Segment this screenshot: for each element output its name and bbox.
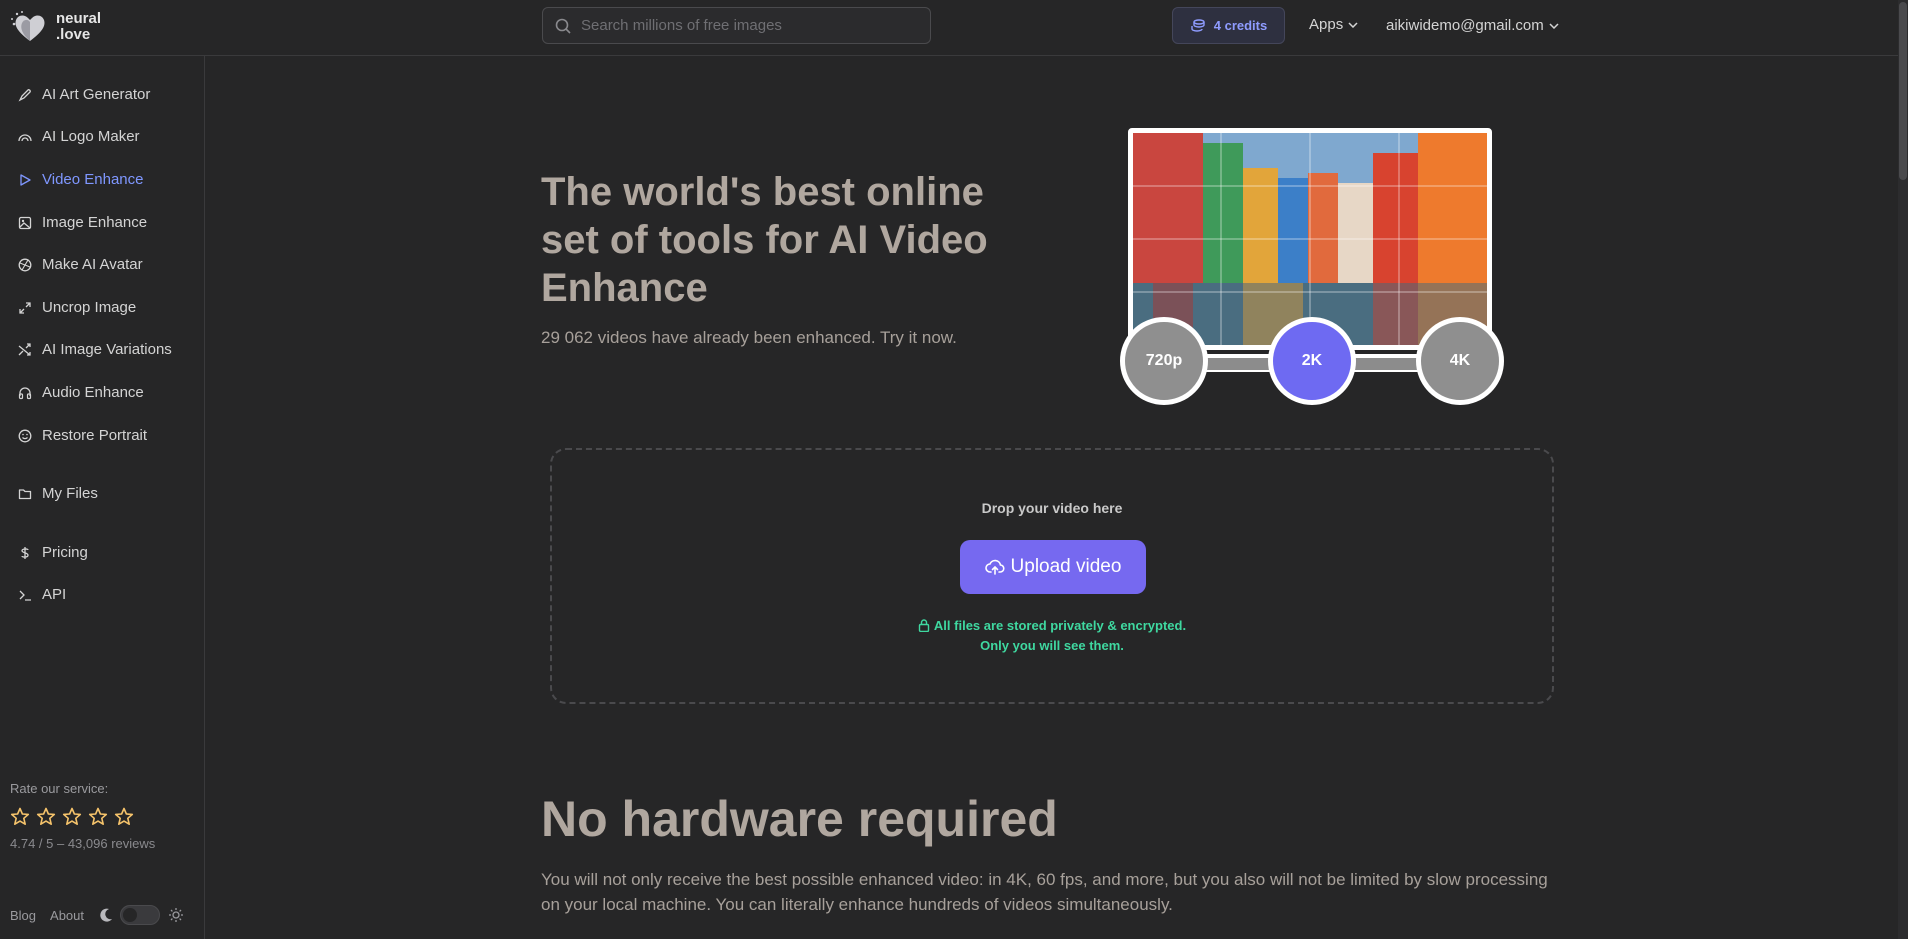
image-icon <box>18 216 32 229</box>
security-notice: All files are stored privately & encrypt… <box>552 616 1552 656</box>
sidebar-item-label: Audio Enhance <box>42 384 144 401</box>
scrollbar-thumb[interactable] <box>1899 2 1907 180</box>
credits-button[interactable]: 4 credits <box>1172 7 1285 44</box>
sidebar-item-image-enhance[interactable]: Image Enhance <box>18 214 147 231</box>
upload-video-button[interactable]: Upload video <box>960 540 1146 594</box>
sidebar-item-ai-logo-maker[interactable]: AI Logo Maker <box>18 128 140 145</box>
sidebar-item-make-ai-avatar[interactable]: Make AI Avatar <box>18 256 143 273</box>
play-icon <box>20 173 31 186</box>
resolution-720p: 720p <box>1120 317 1208 405</box>
search-icon <box>555 18 571 34</box>
logo-line-2: .love <box>56 26 91 43</box>
sidebar-item-audio-enhance[interactable]: Audio Enhance <box>18 384 144 401</box>
security-line-2: Only you will see them. <box>980 638 1124 653</box>
sidebar-item-label: Restore Portrait <box>42 427 148 444</box>
logo-text: neural .love <box>56 11 101 43</box>
heart-logo-icon <box>10 10 48 44</box>
smile-icon <box>18 429 32 442</box>
apps-menu[interactable]: Apps <box>1309 16 1358 33</box>
search-input[interactable] <box>581 17 911 34</box>
sidebar-item-api[interactable]: API <box>18 586 66 603</box>
chevron-down-icon <box>1549 22 1559 29</box>
section-heading: No hardware required <box>541 791 1058 847</box>
terminal-icon <box>19 590 31 601</box>
security-line-1: All files are stored privately & encrypt… <box>933 618 1187 633</box>
drop-text: Drop your video here <box>981 500 1123 516</box>
sidebar-item-label: AI Image Variations <box>42 341 172 358</box>
dollar-icon <box>21 546 29 559</box>
sidebar-item-label: Video Enhance <box>42 171 144 188</box>
resolution-4k: 4K <box>1416 317 1504 405</box>
sidebar-item-restore-portrait[interactable]: Restore Portrait <box>18 427 147 444</box>
credits-label: 4 credits <box>1213 18 1268 33</box>
sidebar-item-label: Uncrop Image <box>42 299 137 316</box>
hero-title: The world's best online set of tools for… <box>541 170 988 310</box>
top-header: neural .love 4 credits Apps aikiwidemo@g… <box>0 0 1898 56</box>
user-email: aikiwidemo@gmail.com <box>1386 17 1544 34</box>
sidebar-item-label: AI Art Generator <box>42 86 151 103</box>
sidebar-item-uncrop-image[interactable]: Uncrop Image <box>18 299 136 316</box>
sidebar-item-label: My Files <box>42 485 98 502</box>
page-scrollbar[interactable] <box>1898 0 1908 939</box>
logo-line-1: neural <box>56 10 102 27</box>
chevron-down-icon <box>1348 21 1358 28</box>
upload-button-label: Upload video <box>1010 556 1122 577</box>
search-bar[interactable] <box>542 7 931 44</box>
coins-icon <box>1191 18 1205 32</box>
sidebar-footer: Blog About <box>10 905 184 925</box>
expand-icon <box>19 301 31 314</box>
cloud-upload-icon <box>984 559 1005 575</box>
avatar-icon <box>18 258 32 271</box>
sun-icon <box>169 908 184 922</box>
sidebar-item-label: Pricing <box>42 544 88 561</box>
sidebar-item-label: AI Logo Maker <box>42 128 140 145</box>
sidebar-item-my-files[interactable]: My Files <box>18 485 98 502</box>
star-icon[interactable] <box>62 807 82 826</box>
star-icon[interactable] <box>114 807 134 826</box>
headphones-icon <box>18 386 32 399</box>
user-menu[interactable]: aikiwidemo@gmail.com <box>1386 17 1559 34</box>
blog-link[interactable]: Blog <box>10 908 36 923</box>
star-icon[interactable] <box>10 807 30 826</box>
star-icon[interactable] <box>88 807 108 826</box>
logo[interactable]: neural .love <box>10 10 101 44</box>
star-icon[interactable] <box>36 807 56 826</box>
sidebar: AI Art Generator AI Logo Maker Video Enh… <box>0 56 205 939</box>
sidebar-item-ai-image-variations[interactable]: AI Image Variations <box>18 341 172 358</box>
folder-icon <box>18 488 32 499</box>
sidebar-item-ai-art-generator[interactable]: AI Art Generator <box>18 86 150 103</box>
sidebar-item-pricing[interactable]: Pricing <box>18 544 88 561</box>
resolution-2k: 2K <box>1268 317 1356 405</box>
video-dropzone[interactable]: Drop your video here Upload video All fi… <box>550 448 1554 704</box>
brush-icon <box>18 88 31 101</box>
sidebar-item-video-enhance[interactable]: Video Enhance <box>18 171 143 188</box>
lock-icon <box>918 619 930 633</box>
sidebar-item-label: API <box>42 586 67 603</box>
about-link[interactable]: About <box>50 908 84 923</box>
shuffle-icon <box>18 342 31 356</box>
sidebar-item-label: Image Enhance <box>42 214 148 231</box>
apps-label: Apps <box>1309 16 1344 33</box>
resolution-illustration: 720p 2K 4K <box>1120 128 1506 406</box>
section-paragraph: You will not only receive the best possi… <box>541 870 1548 914</box>
rate-label: Rate our service: <box>10 781 109 796</box>
sidebar-item-label: Make AI Avatar <box>42 256 143 273</box>
rating-stars[interactable] <box>10 807 134 826</box>
moon-icon <box>100 908 113 922</box>
rating-score: 4.74 / 5 – 43,096 reviews <box>10 836 156 851</box>
hero-subtitle: 29 062 videos have already been enhanced… <box>541 328 957 347</box>
logo-icon <box>18 133 32 141</box>
colorful-houses-image <box>1133 133 1487 345</box>
theme-toggle[interactable] <box>120 905 161 925</box>
